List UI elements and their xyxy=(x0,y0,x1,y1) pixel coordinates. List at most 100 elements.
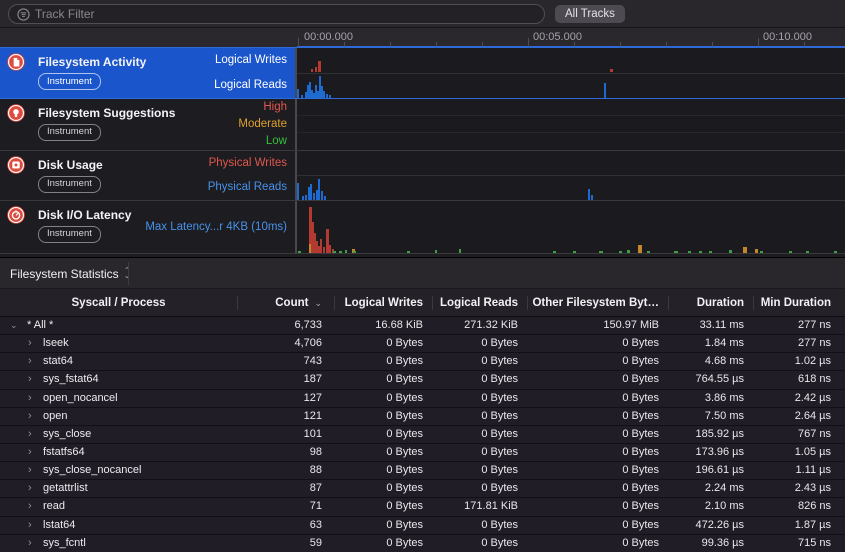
column-resize-handle[interactable] xyxy=(237,296,238,310)
cell-min_duration: 618 ns xyxy=(753,371,845,389)
table-row-open[interactable]: ›open1210 Bytes0 Bytes0 Bytes7.50 ms2.64… xyxy=(0,408,845,426)
table-row-sys-close-nocancel[interactable]: ›sys_close_nocancel880 Bytes0 Bytes0 Byt… xyxy=(0,462,845,480)
latency-green-spike xyxy=(834,251,837,253)
syscall-name: lseek xyxy=(43,335,69,353)
column-header-syscall-process[interactable]: Syscall / Process xyxy=(0,289,237,317)
cell-logical_reads: 0 Bytes xyxy=(432,462,527,480)
track-header[interactable]: Disk UsageInstrumentPhysical WritesPhysi… xyxy=(0,151,297,200)
track-row-filesystem-suggestions[interactable]: Filesystem SuggestionsInstrumentHighMode… xyxy=(0,99,845,151)
disclosure-collapsed-icon[interactable]: › xyxy=(28,390,32,408)
latency-green-spike xyxy=(298,251,301,253)
track-list: Filesystem ActivityInstrumentLogical Wri… xyxy=(0,47,845,254)
cell-other_fs: 150.97 MiB xyxy=(527,317,668,335)
disclosure-collapsed-icon[interactable]: › xyxy=(28,408,32,426)
instrument-badge: Instrument xyxy=(38,124,101,141)
cell-min_duration: 1.05 µs xyxy=(753,444,845,462)
track-graph[interactable] xyxy=(297,48,845,98)
cell-duration: 185.92 µs xyxy=(668,426,753,444)
latency-green-spike xyxy=(407,251,410,253)
logical-reads-spike xyxy=(326,94,328,98)
table-row-sys-fstat64[interactable]: ›sys_fstat641870 Bytes0 Bytes0 Bytes764.… xyxy=(0,371,845,389)
cell-count: 101 xyxy=(237,426,334,444)
table-row-read[interactable]: ›read710 Bytes171.81 KiB0 Bytes2.10 ms82… xyxy=(0,498,845,516)
disclosure-collapsed-icon[interactable]: › xyxy=(28,353,32,371)
disclosure-collapsed-icon[interactable]: › xyxy=(28,426,32,444)
filter-placeholder: Track Filter xyxy=(35,7,95,21)
syscall-name: stat64 xyxy=(43,353,73,371)
cell-duration: 7.50 ms xyxy=(668,408,753,426)
column-header-duration[interactable]: Duration xyxy=(668,289,753,317)
track-row-disk-usage[interactable]: Disk UsageInstrumentPhysical WritesPhysi… xyxy=(0,151,845,201)
logical-reads-spike xyxy=(301,95,303,98)
track-row-filesystem-activity[interactable]: Filesystem ActivityInstrumentLogical Wri… xyxy=(0,47,845,99)
column-header-count[interactable]: Count⌄ xyxy=(237,289,334,317)
table-row-sys-close[interactable]: ›sys_close1010 Bytes0 Bytes0 Bytes185.92… xyxy=(0,426,845,444)
disclosure-collapsed-icon[interactable]: › xyxy=(28,498,32,516)
cell-logical_reads: 171.81 KiB xyxy=(432,498,527,516)
column-header-logical-writes[interactable]: Logical Writes xyxy=(334,289,432,317)
logical-reads-spike xyxy=(297,89,299,98)
cell-count: 187 xyxy=(237,371,334,389)
table-row-fstatfs64[interactable]: ›fstatfs64980 Bytes0 Bytes0 Bytes173.96 … xyxy=(0,444,845,462)
table-row-lstat64[interactable]: ›lstat64630 Bytes0 Bytes0 Bytes472.26 µs… xyxy=(0,517,845,535)
track-header[interactable]: Filesystem ActivityInstrumentLogical Wri… xyxy=(0,48,297,98)
track-title: Disk I/O Latency xyxy=(38,208,131,222)
latency-green-spike xyxy=(599,251,603,253)
column-resize-handle[interactable] xyxy=(668,296,669,310)
latency-red-spike xyxy=(323,247,325,253)
timeline-ruler[interactable]: 00:00.00000:05.00000:10.000 xyxy=(0,28,845,47)
cell-count: 71 xyxy=(237,498,334,516)
table-row-sys-fcntl[interactable]: ›sys_fcntl590 Bytes0 Bytes0 Bytes99.36 µ… xyxy=(0,535,845,552)
statistics-selector[interactable]: Filesystem Statistics ⌃⌄ xyxy=(10,258,130,289)
latency-green-spike xyxy=(806,251,809,253)
table-row-getattrlist[interactable]: ›getattrlist870 Bytes0 Bytes0 Bytes2.24 … xyxy=(0,480,845,498)
disclosure-collapsed-icon[interactable]: › xyxy=(28,517,32,535)
cell-other_fs: 0 Bytes xyxy=(527,517,668,535)
column-resize-handle[interactable] xyxy=(432,296,433,310)
disclosure-collapsed-icon[interactable]: › xyxy=(28,462,32,480)
track-row-disk-i-o-latency[interactable]: Disk I/O LatencyInstrumentMax Latency...… xyxy=(0,201,845,254)
table-row-open-nocancel[interactable]: ›open_nocancel1270 Bytes0 Bytes0 Bytes3.… xyxy=(0,390,845,408)
lane-label: Max Latency...r 4KB (10ms) xyxy=(145,221,287,233)
table-row-lseek[interactable]: ›lseek4,7060 Bytes0 Bytes0 Bytes1.84 ms2… xyxy=(0,335,845,353)
lane-label: Physical Writes xyxy=(209,157,287,169)
instrument-badge: Instrument xyxy=(38,73,101,90)
table-row-stat64[interactable]: ›stat647430 Bytes0 Bytes0 Bytes4.68 ms1.… xyxy=(0,353,845,371)
track-header[interactable]: Filesystem SuggestionsInstrumentHighMode… xyxy=(0,99,297,150)
latency-green-spike xyxy=(345,250,347,253)
disclosure-collapsed-icon[interactable]: › xyxy=(28,535,32,552)
track-graph[interactable] xyxy=(297,151,845,200)
column-resize-handle[interactable] xyxy=(753,296,754,310)
column-header-other-filesystem-byt-[interactable]: Other Filesystem Byt… xyxy=(527,289,668,317)
syscall-name: sys_close_nocancel xyxy=(43,462,141,480)
cell-logical_reads: 0 Bytes xyxy=(432,353,527,371)
gauge-icon xyxy=(7,206,25,224)
cell-count: 127 xyxy=(237,390,334,408)
latency-green-spike xyxy=(353,251,356,253)
track-graph[interactable] xyxy=(297,201,845,253)
latency-green-spike xyxy=(709,251,712,253)
physical-reads-spike xyxy=(321,191,323,200)
disclosure-expanded-icon[interactable]: ⌄ xyxy=(10,317,18,335)
disclosure-collapsed-icon[interactable]: › xyxy=(28,444,32,462)
cell-other_fs: 0 Bytes xyxy=(527,498,668,516)
column-resize-handle[interactable] xyxy=(334,296,335,310)
disclosure-collapsed-icon[interactable]: › xyxy=(28,480,32,498)
column-resize-handle[interactable] xyxy=(527,296,528,310)
disclosure-collapsed-icon[interactable]: › xyxy=(28,371,32,389)
table-row--all-[interactable]: ⌄* All *6,73316.68 KiB271.32 KiB150.97 M… xyxy=(0,317,845,335)
disclosure-collapsed-icon[interactable]: › xyxy=(28,335,32,353)
track-header[interactable]: Disk I/O LatencyInstrumentMax Latency...… xyxy=(0,201,297,253)
logical-writes-spike xyxy=(311,69,313,72)
track-filter-input[interactable]: Track Filter xyxy=(8,4,545,24)
latency-green-spike xyxy=(789,251,792,253)
detail-panel-header: Filesystem Statistics ⌃⌄ xyxy=(0,258,845,289)
cell-logical_reads: 0 Bytes xyxy=(432,535,527,552)
logical-reads-spike xyxy=(323,91,325,98)
column-header-min-duration[interactable]: Min Duration xyxy=(753,289,845,317)
column-header-logical-reads[interactable]: Logical Reads xyxy=(432,289,527,317)
disk-icon xyxy=(7,156,25,174)
filter-icon xyxy=(17,8,30,21)
all-tracks-button[interactable]: All Tracks xyxy=(555,5,625,23)
track-graph[interactable] xyxy=(297,99,845,150)
